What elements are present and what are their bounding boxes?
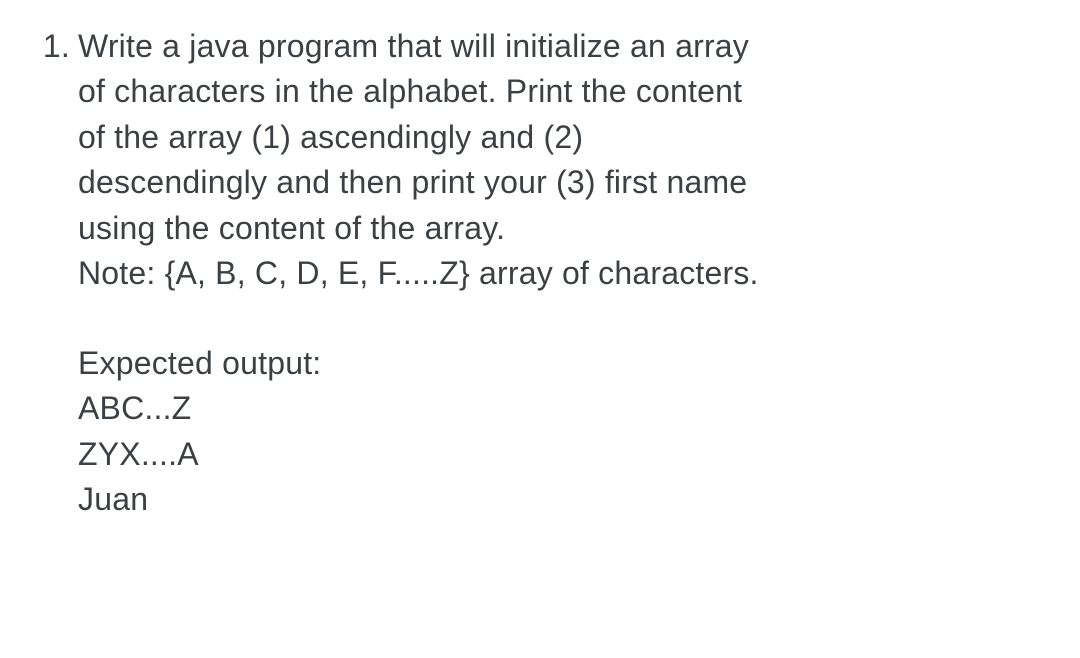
prompt-line: using the content of the array.	[78, 206, 1050, 251]
note-line: Note: {A, B, C, D, E, F.....Z} array of …	[78, 251, 1050, 296]
question-content: Write a java program that will initializ…	[78, 24, 1050, 522]
expected-output-line: ZYX....A	[78, 432, 1050, 477]
question-number: 1.	[24, 24, 70, 522]
prompt-line: Write a java program that will initializ…	[78, 24, 1050, 69]
prompt-line: of the array (1) ascendingly and (2)	[78, 115, 1050, 160]
question-block: 1. Write a java program that will initia…	[24, 24, 1050, 522]
expected-output-line: Juan	[78, 477, 1050, 522]
expected-output-line: ABC...Z	[78, 386, 1050, 431]
section-gap	[78, 297, 1050, 341]
prompt-line: descendingly and then print your (3) fir…	[78, 160, 1050, 205]
expected-output-label: Expected output:	[78, 341, 1050, 386]
prompt-line: of characters in the alphabet. Print the…	[78, 69, 1050, 114]
